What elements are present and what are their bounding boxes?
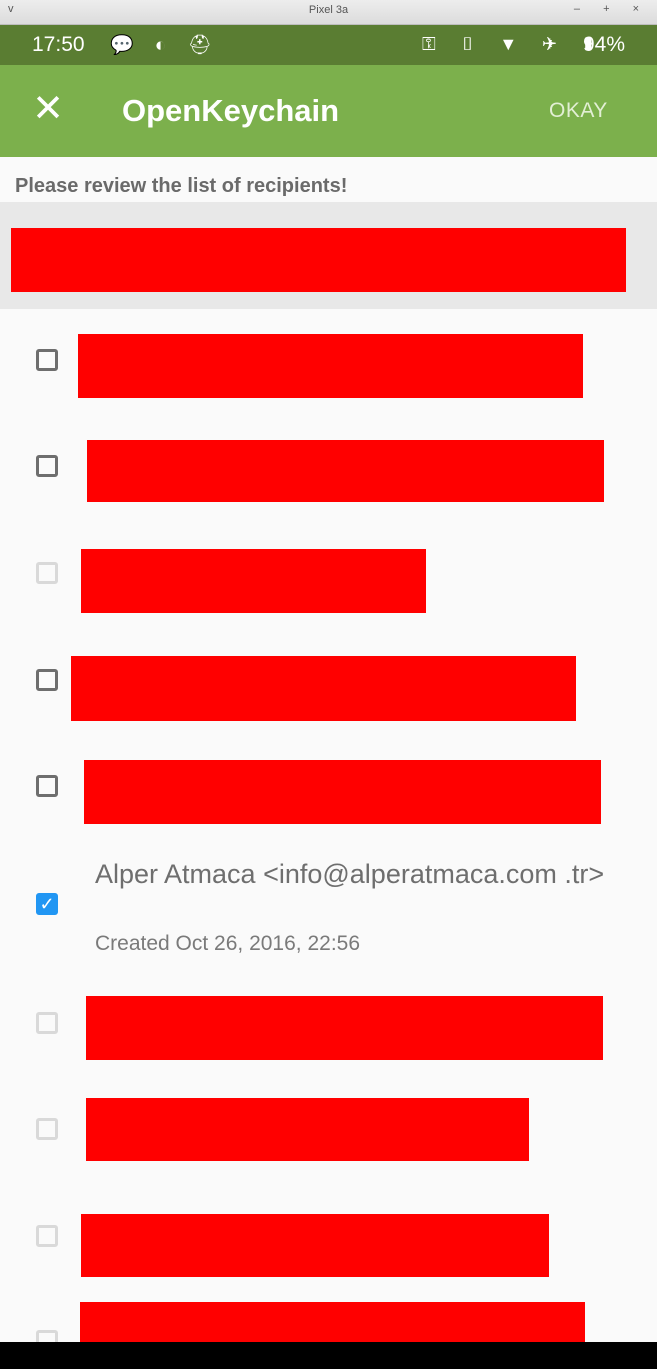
battery-level: 94%	[583, 33, 626, 56]
okay-button[interactable]: OKAY	[549, 99, 608, 123]
checkbox[interactable]	[36, 1118, 58, 1140]
checkbox[interactable]	[36, 455, 58, 477]
checkbox-checked[interactable]: ✓	[36, 893, 58, 915]
redacted-block	[11, 228, 626, 292]
recipient-name: Alper Atmaca <info@alperatmaca.com .tr>	[95, 859, 605, 889]
status-bar: 17:50 💬 ◐ ⛑ ⚿ ▯ ▼ ✈ ▮ 94%	[0, 25, 657, 65]
system-icons: ⚿ ▯ ▼ ✈ ▮	[422, 34, 606, 54]
list-item[interactable]	[0, 993, 657, 1063]
checkbox[interactable]	[36, 775, 58, 797]
redacted-block	[86, 1098, 529, 1161]
window-controls[interactable]: – + ×	[574, 3, 649, 15]
list-item[interactable]	[0, 1095, 657, 1165]
redacted-block	[78, 334, 583, 398]
emulator-title-bar: v Pixel 3a – + ×	[0, 0, 657, 25]
review-notice: Please review the list of recipients!	[15, 175, 348, 197]
redacted-block	[86, 996, 603, 1060]
list-item[interactable]	[0, 1300, 657, 1366]
list-item[interactable]	[0, 652, 657, 722]
checkbox[interactable]	[36, 1225, 58, 1247]
selected-recipients-header	[0, 202, 657, 309]
list-item[interactable]	[0, 436, 657, 506]
recipient-created-date: Created Oct 26, 2016, 22:56	[95, 932, 361, 955]
list-item[interactable]	[0, 757, 657, 827]
list-item[interactable]	[0, 545, 657, 615]
redacted-block	[81, 1214, 549, 1277]
list-item[interactable]	[0, 330, 657, 400]
list-item[interactable]	[0, 1210, 657, 1280]
checkbox[interactable]	[36, 562, 58, 584]
navigation-bar	[0, 1342, 657, 1369]
notification-icons: 💬 ◐ ⛑	[110, 35, 220, 56]
checkbox[interactable]	[36, 1012, 58, 1034]
app-title: OpenKeychain	[122, 93, 340, 128]
redacted-block	[87, 440, 604, 502]
redacted-block	[81, 549, 426, 613]
app-bar: ✕ OpenKeychain OKAY	[0, 65, 657, 157]
window-title: Pixel 3a	[308, 4, 349, 16]
checkbox[interactable]	[36, 349, 58, 371]
redacted-block	[84, 760, 601, 824]
redacted-block	[71, 656, 576, 721]
checkbox[interactable]	[36, 669, 58, 691]
status-time: 17:50	[32, 33, 85, 56]
close-icon[interactable]: ✕	[26, 87, 70, 131]
